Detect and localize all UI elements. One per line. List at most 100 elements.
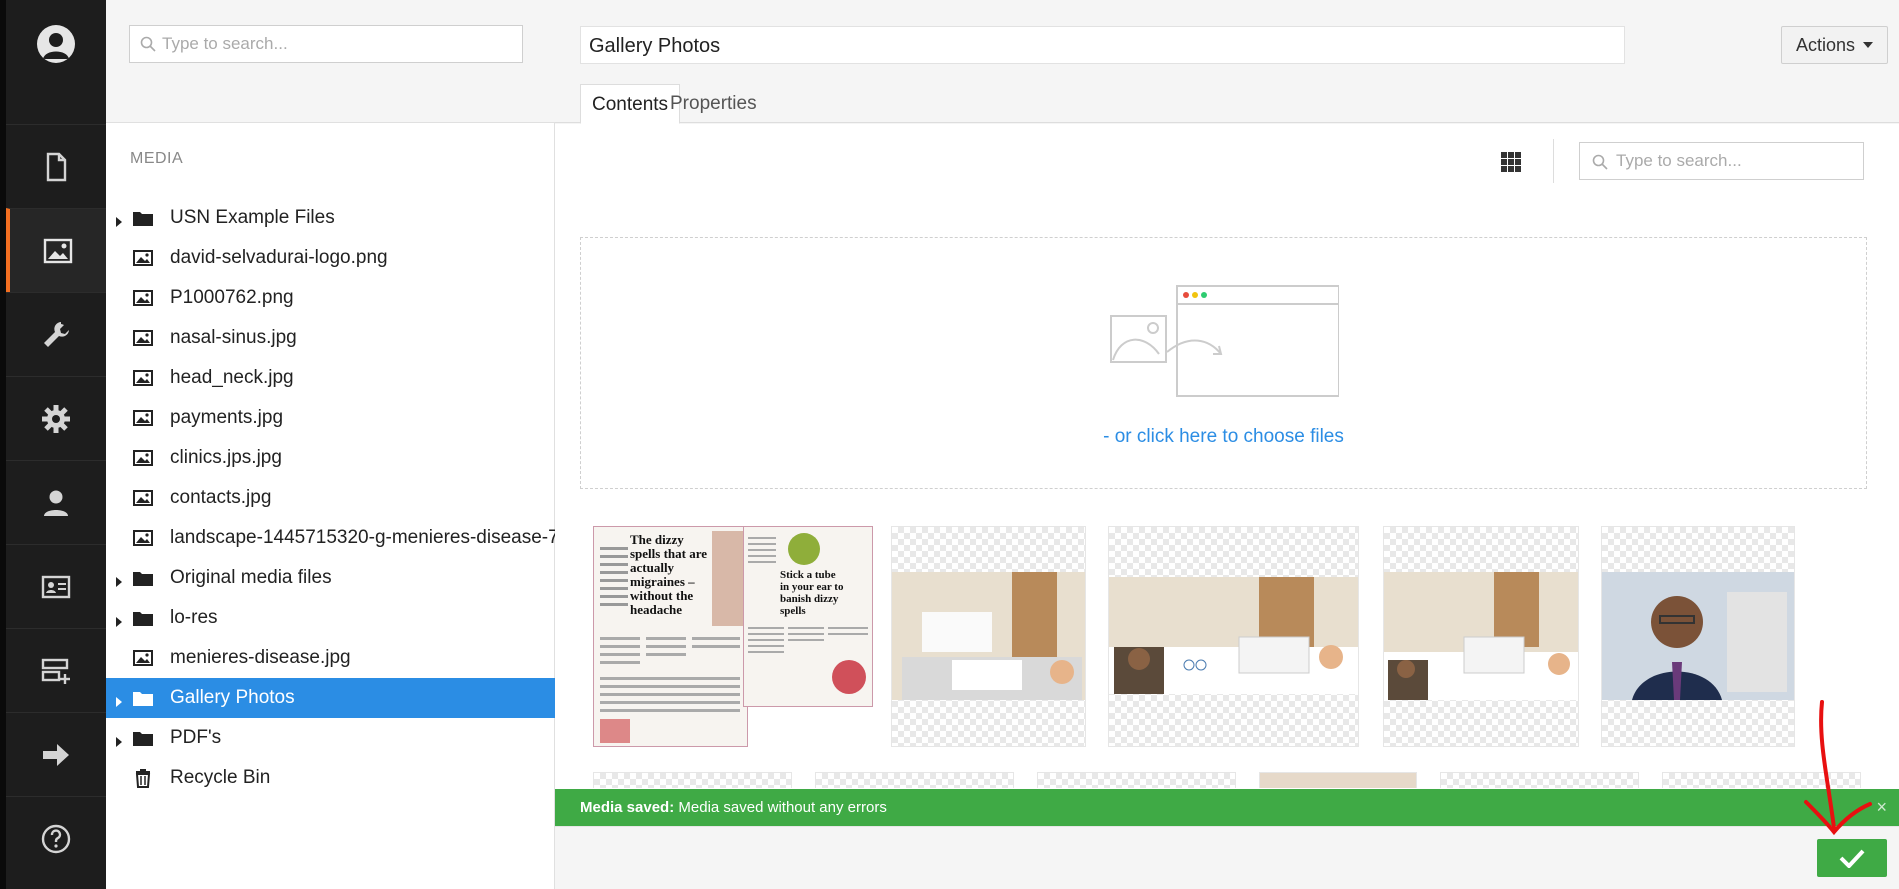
nav-content[interactable]	[6, 124, 106, 208]
tree-item[interactable]: USN Example Files	[106, 198, 555, 238]
list-search-input[interactable]	[1580, 143, 1863, 179]
redirect-icon	[43, 743, 69, 766]
caret-right-icon[interactable]	[113, 692, 125, 707]
folder-icon	[130, 207, 156, 229]
tree-item[interactable]: Recycle Bin	[106, 758, 555, 798]
trash-icon	[130, 767, 156, 789]
media-thumbnail[interactable]: Stick a tube in your ear to banish dizzy…	[743, 526, 873, 707]
tree-item[interactable]: Gallery Photos	[106, 678, 555, 718]
tree-item-label: landscape-1445715320-g-menieres-disease-…	[170, 527, 555, 548]
grid-view-icon[interactable]	[1499, 150, 1523, 174]
media-thumbnail[interactable]	[815, 772, 1014, 788]
tree-item[interactable]: menieres-disease.jpg	[106, 638, 555, 678]
tree-item[interactable]: P1000762.png	[106, 278, 555, 318]
nav-redirects[interactable]	[6, 712, 106, 796]
clipping-headline: The dizzy spells that are actually migra…	[630, 532, 708, 617]
nav-media[interactable]	[6, 208, 106, 292]
clinic-room-photo	[892, 572, 1085, 700]
tree-header	[106, 0, 555, 123]
tree-search-input[interactable]	[130, 26, 522, 62]
tree-item[interactable]: lo-res	[106, 598, 555, 638]
image-icon	[130, 247, 156, 269]
tree-item-label: Original media files	[170, 567, 332, 588]
image-icon	[130, 287, 156, 309]
caret-right-icon[interactable]	[113, 732, 125, 747]
media-thumbnail[interactable]: The dizzy spells that are actually migra…	[593, 526, 748, 747]
tree-item[interactable]: contacts.jpg	[106, 478, 555, 518]
tree-item-label: Gallery Photos	[170, 687, 295, 708]
upload-dropzone[interactable]: - or click here to choose files	[580, 237, 1867, 489]
tree-item[interactable]: landscape-1445715320-g-menieres-disease-…	[106, 518, 555, 558]
actions-button[interactable]: Actions	[1781, 26, 1888, 64]
upload-illustration-icon	[1110, 285, 1339, 397]
image-icon	[130, 407, 156, 429]
tree-item-label: lo-res	[170, 607, 218, 628]
search-icon	[1592, 154, 1608, 170]
nav-users[interactable]	[6, 460, 106, 544]
save-button[interactable]	[1817, 839, 1887, 877]
user-avatar-icon	[43, 33, 69, 59]
tree-item[interactable]: head_neck.jpg	[106, 358, 555, 398]
media-thumbnail[interactable]	[1440, 772, 1639, 788]
editor-header: Gallery Photos Actions Contents Properti…	[555, 0, 1899, 124]
tree-item-label: Recycle Bin	[170, 767, 271, 788]
nav-members[interactable]	[6, 544, 106, 628]
media-icon	[43, 238, 73, 263]
choose-files-link[interactable]: - or click here to choose files	[581, 426, 1866, 448]
wrench-icon	[44, 321, 69, 347]
list-search[interactable]	[1579, 142, 1864, 180]
nav-forms[interactable]	[6, 628, 106, 712]
main-editor: Gallery Photos Actions Contents Properti…	[555, 0, 1899, 889]
tree-item-label: nasal-sinus.jpg	[170, 327, 297, 348]
tree-item[interactable]: payments.jpg	[106, 398, 555, 438]
tree-item[interactable]: Original media files	[106, 558, 555, 598]
notification-bar: Media saved: Media saved without any err…	[555, 789, 1899, 826]
tree-item[interactable]: clinics.jps.jpg	[106, 438, 555, 478]
tree-item-label: clinics.jps.jpg	[170, 447, 282, 468]
media-tree-panel: MEDIA USN Example Files david-selvadurai-…	[106, 0, 555, 889]
tree-item-label: USN Example Files	[170, 207, 335, 228]
tree-list: USN Example Files david-selvadurai-logo.p…	[106, 198, 555, 798]
clinic-banner-photo	[1109, 577, 1358, 694]
image-icon	[130, 447, 156, 469]
media-thumbnail[interactable]	[1037, 772, 1236, 788]
caret-right-icon[interactable]	[113, 612, 125, 627]
node-name-input[interactable]: Gallery Photos	[580, 26, 1625, 64]
media-grid: The dizzy spells that are actually migra…	[593, 526, 1873, 788]
media-thumbnail[interactable]	[1108, 526, 1359, 747]
tree-item-label: head_neck.jpg	[170, 367, 294, 388]
caret-right-icon[interactable]	[113, 572, 125, 587]
tree-search[interactable]	[129, 25, 523, 63]
nav-help[interactable]	[6, 796, 106, 880]
notification-title: Media saved:	[580, 799, 675, 816]
tree-item[interactable]: david-selvadurai-logo.png	[106, 238, 555, 278]
caret-right-icon[interactable]	[113, 212, 125, 227]
tree-item[interactable]: PDF's	[106, 718, 555, 758]
close-icon[interactable]: ×	[1876, 789, 1887, 826]
avatar[interactable]	[37, 25, 75, 63]
tree-item-label: PDF's	[170, 727, 222, 748]
media-thumbnail[interactable]	[1601, 526, 1795, 747]
image-icon	[130, 367, 156, 389]
tree-item[interactable]: nasal-sinus.jpg	[106, 318, 555, 358]
media-thumbnail[interactable]	[1662, 772, 1861, 788]
media-thumbnail[interactable]	[1383, 526, 1579, 747]
media-thumbnail[interactable]	[1259, 772, 1417, 788]
content-icon	[46, 152, 67, 181]
nav-settings-tools[interactable]	[6, 292, 106, 376]
image-icon	[130, 487, 156, 509]
actions-label: Actions	[1795, 34, 1856, 55]
editor-footer	[555, 826, 1899, 889]
folder-icon	[130, 687, 156, 709]
media-thumbnail[interactable]	[891, 526, 1086, 747]
user-icon	[44, 490, 68, 516]
caret-down-icon	[1863, 42, 1874, 48]
contents-panel: - or click here to choose files The dizz…	[555, 124, 1899, 789]
notification-message: Media saved without any errors	[678, 799, 887, 816]
nav-settings[interactable]	[6, 376, 106, 460]
checkmark-icon	[1839, 849, 1865, 868]
tree-section-title: MEDIA	[130, 150, 184, 167]
media-thumbnail[interactable]	[593, 772, 792, 788]
clipping-headline: Stick a tube in your ear to banish dizzy…	[780, 569, 844, 617]
tab-properties[interactable]: Properties	[659, 84, 768, 124]
